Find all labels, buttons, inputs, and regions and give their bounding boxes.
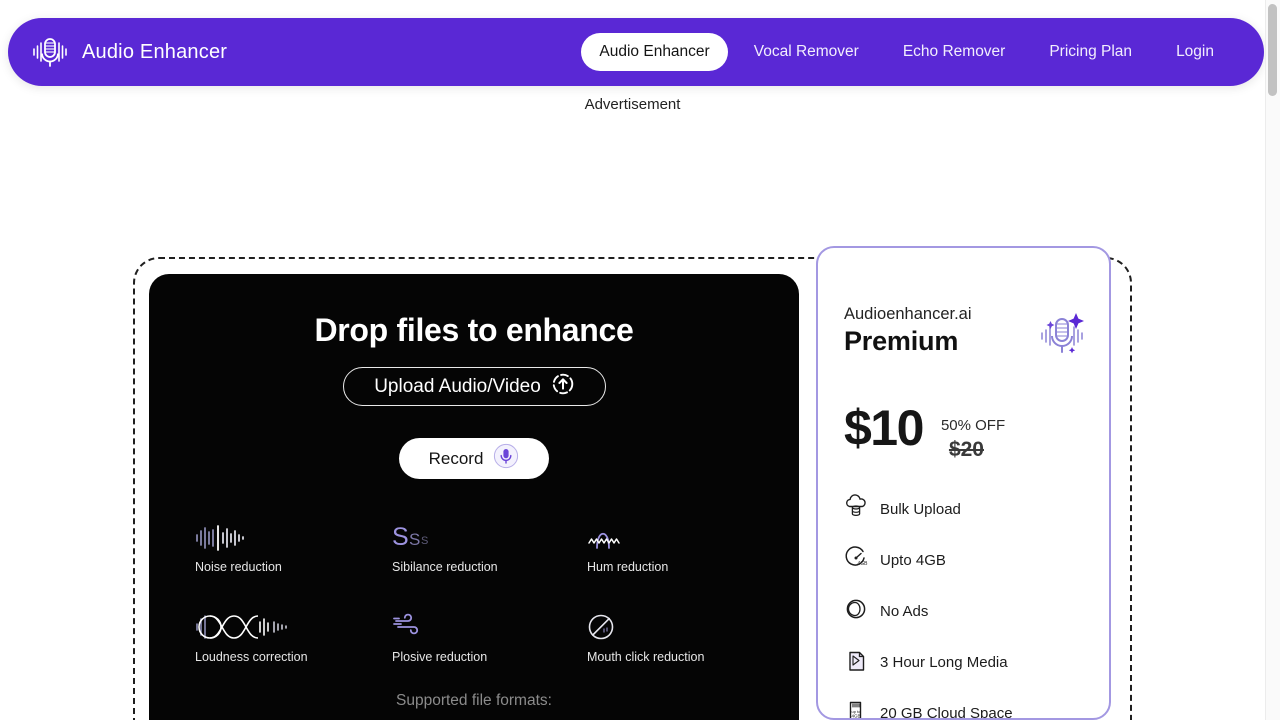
premium-price: $10 (844, 400, 924, 456)
enhancement-features-grid: Noise reduction S S S Sibilance reductio… (195, 521, 775, 664)
wind-plosive-icon (392, 611, 587, 641)
premium-feature-label: 20 GB Cloud Space (880, 705, 1013, 720)
svg-text:S: S (392, 523, 409, 551)
premium-feature-list: Bulk Upload 4GB Upto 4GB No Ads 3 Hour L… (844, 494, 1094, 720)
feature-noise-reduction: Noise reduction (195, 521, 392, 574)
premium-feature-label: Upto 4GB (880, 552, 946, 569)
nav-item-audio-enhancer[interactable]: Audio Enhancer (581, 33, 728, 71)
feature-mouth-click-reduction: Mouth click reduction (587, 611, 775, 664)
audio-enhancer-panel: Drop files to enhance Upload Audio/Video… (149, 274, 799, 720)
gauge-4gb-icon: 4GB (844, 545, 868, 576)
premium-discount-badge: 50% OFF (940, 417, 1006, 434)
sss-letters-icon: S S S (392, 521, 587, 551)
feature-label: Sibilance reduction (392, 560, 498, 574)
premium-discount-block: 50% OFF $20 (941, 403, 1005, 462)
premium-feature-3-hour-media: 3 Hour Long Media (844, 647, 1094, 678)
premium-card-header: Audioenhancer.ai Premium (844, 305, 1090, 368)
svg-text:4GB: 4GB (852, 714, 861, 719)
loudness-waveform-icon (195, 611, 392, 641)
feature-label: Loudness correction (195, 650, 308, 664)
premium-card-titles: Audioenhancer.ai Premium (844, 305, 972, 357)
svg-text:S: S (409, 530, 420, 549)
hum-wave-icon (587, 521, 775, 551)
memory-card-icon: up to 4GB (844, 698, 868, 719)
nav-item-echo-remover[interactable]: Echo Remover (885, 33, 1024, 71)
page-scrollbar-thumb[interactable] (1268, 4, 1277, 96)
upload-button-label: Upload Audio/Video (374, 375, 541, 397)
nav-item-login[interactable]: Login (1158, 33, 1232, 71)
top-navigation-bar: Audio Enhancer Audio Enhancer Vocal Remo… (8, 18, 1264, 86)
premium-feature-label: 3 Hour Long Media (880, 654, 1008, 671)
svg-text:4GB: 4GB (858, 561, 869, 567)
upload-arrow-circle-icon (551, 372, 575, 402)
premium-feature-cloud-space: up to 4GB 20 GB Cloud Space (844, 698, 1094, 720)
no-ads-icon (844, 596, 868, 627)
premium-brand-name: Audioenhancer.ai (844, 305, 972, 323)
feature-loudness-correction: Loudness correction (195, 611, 392, 664)
media-duration-icon (844, 647, 868, 678)
svg-text:S: S (421, 535, 428, 547)
page-title: Drop files to enhance (314, 312, 634, 348)
premium-feature-upto-4gb: 4GB Upto 4GB (844, 545, 1094, 576)
feature-hum-reduction: Hum reduction (587, 521, 775, 574)
microphone-waveform-icon (30, 32, 70, 72)
microphone-icon (493, 443, 519, 474)
record-button[interactable]: Record (399, 438, 549, 479)
advertisement-label: Advertisement (584, 96, 681, 113)
premium-microphone-sparkle-icon (1034, 305, 1090, 368)
premium-plan-card[interactable]: Audioenhancer.ai Premium $10 50% OFF $20… (816, 246, 1111, 720)
supported-formats-label: Supported file formats: (396, 692, 552, 709)
premium-plan-name: Premium (844, 326, 959, 356)
record-button-label: Record (428, 448, 484, 468)
feature-label: Hum reduction (587, 560, 669, 574)
brand[interactable]: Audio Enhancer (30, 32, 227, 72)
nav-item-pricing-plan[interactable]: Pricing Plan (1031, 33, 1150, 71)
premium-feature-label: No Ads (880, 603, 929, 620)
nav-links: Audio Enhancer Vocal Remover Echo Remove… (581, 33, 1232, 71)
nav-item-vocal-remover[interactable]: Vocal Remover (736, 33, 877, 71)
page-scrollbar-track[interactable] (1265, 0, 1280, 720)
feature-label: Mouth click reduction (587, 650, 705, 664)
premium-old-price: $20 (948, 438, 984, 461)
upload-audio-video-button[interactable]: Upload Audio/Video (343, 367, 606, 406)
brand-title: Audio Enhancer (82, 40, 228, 63)
feature-label: Plosive reduction (392, 650, 488, 664)
premium-feature-label: Bulk Upload (880, 501, 961, 518)
waveform-noise-icon (195, 521, 392, 551)
feature-plosive-reduction: Plosive reduction (392, 611, 587, 664)
cloud-bulk-upload-icon (844, 494, 868, 525)
premium-price-row: $10 50% OFF $20 (844, 403, 1005, 462)
premium-feature-no-ads: No Ads (844, 596, 1094, 627)
no-click-circle-icon (587, 611, 775, 641)
feature-sibilance-reduction: S S S Sibilance reduction (392, 521, 587, 574)
feature-label: Noise reduction (195, 560, 282, 574)
premium-feature-bulk-upload: Bulk Upload (844, 494, 1094, 525)
